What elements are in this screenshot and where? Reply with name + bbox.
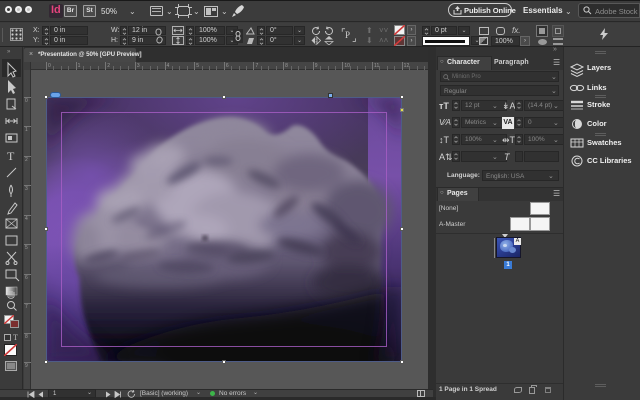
svg-text:T: T xyxy=(7,149,15,163)
